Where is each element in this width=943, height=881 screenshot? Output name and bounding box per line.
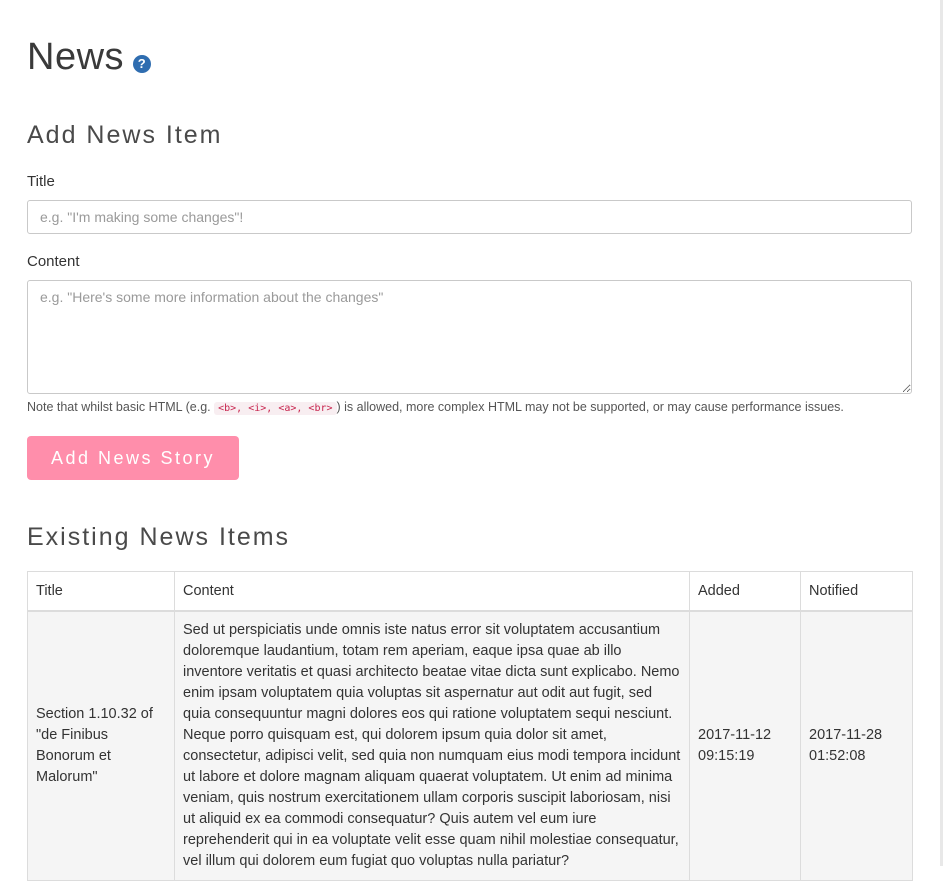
- table-header-row: Title Content Added Notified: [27, 571, 913, 612]
- title-label: Title: [27, 173, 55, 190]
- news-table: Title Content Added Notified Section 1.1…: [27, 571, 913, 881]
- help-text-prefix: Note that whilst basic HTML (e.g.: [27, 400, 215, 414]
- cell-notified: 2017-11-28 01:52:08: [800, 610, 913, 881]
- help-icon[interactable]: ?: [133, 54, 152, 73]
- table-row[interactable]: Section 1.10.32 of "de Finibus Bonorum e…: [27, 610, 913, 881]
- html-tags-code: <b>, <i>, <a>, <br>: [214, 402, 337, 415]
- help-text-suffix: ) is allowed, more complex HTML may not …: [336, 400, 844, 414]
- page-title-text: News: [27, 36, 125, 78]
- cell-content: Sed ut perspiciatis unde omnis iste natu…: [174, 610, 690, 881]
- page-title: News ?: [27, 36, 152, 79]
- cell-title: Section 1.10.32 of "de Finibus Bonorum e…: [27, 610, 175, 881]
- column-header-added[interactable]: Added: [689, 571, 801, 612]
- html-help-text: Note that whilst basic HTML (e.g. <b>, <…: [27, 400, 844, 415]
- column-header-content[interactable]: Content: [174, 571, 690, 612]
- column-header-notified[interactable]: Notified: [800, 571, 913, 612]
- content-textarea[interactable]: [27, 280, 912, 394]
- cell-added: 2017-11-12 09:15:19: [689, 610, 801, 881]
- content-label: Content: [27, 253, 80, 270]
- add-news-story-button[interactable]: Add News Story: [27, 436, 239, 480]
- add-news-heading: Add News Item: [27, 121, 223, 149]
- existing-news-heading: Existing News Items: [27, 523, 291, 551]
- column-header-title[interactable]: Title: [27, 571, 175, 612]
- title-input[interactable]: [27, 200, 912, 234]
